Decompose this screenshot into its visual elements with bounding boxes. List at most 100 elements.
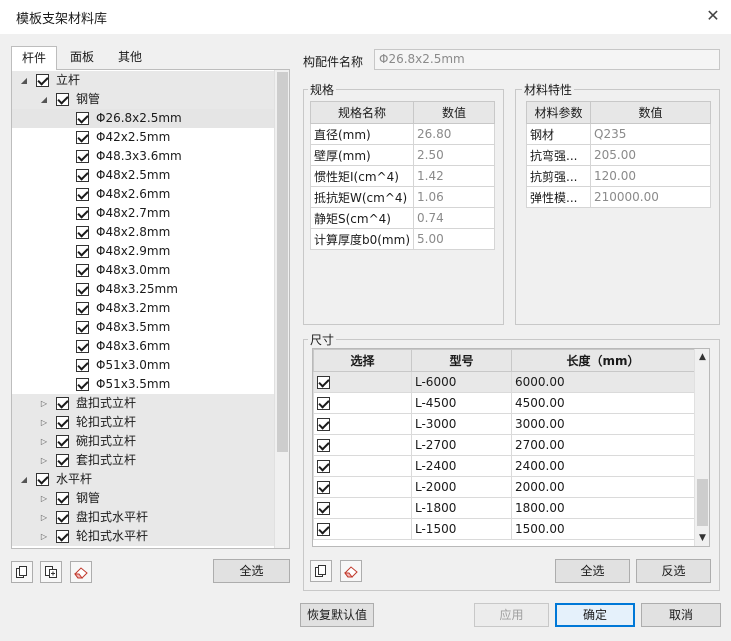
expand-arrow-icon[interactable]: ▷ [38,527,50,546]
tree-checkbox[interactable] [76,226,89,239]
tree-checkbox[interactable] [76,264,89,277]
tree-node-horizontal-type[interactable]: ▷ 钢管 [12,489,274,508]
tree-checkbox[interactable] [56,93,69,106]
tree-item-pipe[interactable]: Φ48x2.8mm [12,223,274,242]
tree-item-pipe[interactable]: Φ48x2.9mm [12,242,274,261]
tree-checkbox[interactable] [76,150,89,163]
tree-checkbox[interactable] [56,416,69,429]
material-value-cell[interactable]: 205.00 [590,144,711,166]
expand-arrow-icon[interactable]: ▷ [38,451,50,470]
tree-checkbox[interactable] [76,283,89,296]
size-row-checkbox[interactable] [317,376,330,389]
size-row[interactable]: L-1500 1500.00 [313,518,695,540]
size-select-cell[interactable] [313,413,412,435]
spec-value-cell[interactable]: 0.74 [413,207,495,229]
tree-checkbox[interactable] [76,245,89,258]
expand-arrow-icon[interactable]: ▷ [38,432,50,451]
tree-checkbox[interactable] [76,340,89,353]
tree-node-horizontal-type[interactable]: ▷ 轮扣式水平杆 [12,527,274,546]
tree-delete-button[interactable] [70,561,92,583]
tree-checkbox[interactable] [76,169,89,182]
size-row-checkbox[interactable] [317,481,330,494]
size-length-cell[interactable]: 2400.00 [511,455,695,477]
size-scrollbar[interactable]: ▲ ▼ [694,349,709,546]
tree-checkbox[interactable] [76,359,89,372]
size-row-checkbox[interactable] [317,523,330,536]
tree-checkbox[interactable] [76,302,89,315]
size-length-cell[interactable]: 6000.00 [511,371,695,393]
size-header-model[interactable]: 型号 [411,349,512,372]
size-row[interactable]: L-2000 2000.00 [313,476,695,498]
tree-checkbox[interactable] [56,397,69,410]
tab-other[interactable]: 其他 [108,46,152,70]
size-length-cell[interactable]: 3000.00 [511,413,695,435]
scroll-up-icon[interactable]: ▲ [695,349,709,366]
collapse-arrow-icon[interactable]: ◢ [38,90,50,109]
size-row[interactable]: L-1800 1800.00 [313,497,695,519]
tree-scrollbar[interactable] [274,70,289,548]
size-row[interactable]: L-2700 2700.00 [313,434,695,456]
material-value-cell[interactable]: 210000.00 [590,186,711,208]
size-model-cell[interactable]: L-6000 [411,371,512,393]
spec-value-cell[interactable]: 1.42 [413,165,495,187]
tree-item-pipe[interactable]: Φ48x3.2mm [12,299,274,318]
tree-checkbox[interactable] [76,321,89,334]
size-delete-button[interactable] [340,560,362,582]
size-header-length[interactable]: 长度（mm） [511,349,695,372]
size-invert-button[interactable]: 反选 [636,559,711,583]
tree-paste-button[interactable] [40,561,62,583]
expand-arrow-icon[interactable]: ▷ [38,489,50,508]
tree-item-pipe[interactable]: Φ42x2.5mm [12,128,274,147]
tree-checkbox[interactable] [36,74,49,87]
expand-arrow-icon[interactable]: ▷ [38,508,50,527]
close-button[interactable]: ✕ [701,5,725,29]
tree-item-pipe[interactable]: Φ48x2.7mm [12,204,274,223]
scroll-down-icon[interactable]: ▼ [695,530,709,546]
size-row-checkbox[interactable] [317,439,330,452]
size-row-checkbox[interactable] [317,460,330,473]
size-row[interactable]: L-4500 4500.00 [313,392,695,414]
size-model-cell[interactable]: L-3000 [411,413,512,435]
tree-node-vertical-type[interactable]: ▷ 盘扣式立杆 [12,394,274,413]
size-header-select[interactable]: 选择 [313,349,412,372]
size-row-checkbox[interactable] [317,502,330,515]
component-name-field[interactable]: Φ26.8x2.5mm [374,49,720,70]
size-row-checkbox[interactable] [317,418,330,431]
tree-item-pipe[interactable]: Φ48x3.6mm [12,337,274,356]
collapse-arrow-icon[interactable]: ◢ [18,470,30,489]
material-value-cell[interactable]: 120.00 [590,165,711,187]
size-model-cell[interactable]: L-4500 [411,392,512,414]
tree-node-vertical-rod[interactable]: ◢ 立杆 [12,71,274,90]
tree-item-pipe[interactable]: Φ48x3.25mm [12,280,274,299]
size-length-cell[interactable]: 2700.00 [511,434,695,456]
size-length-cell[interactable]: 4500.00 [511,392,695,414]
size-model-cell[interactable]: L-1800 [411,497,512,519]
tree-checkbox[interactable] [36,473,49,486]
spec-value-cell[interactable]: 2.50 [413,144,495,166]
spec-value-cell[interactable]: 5.00 [413,228,495,250]
tab-panel[interactable]: 面板 [60,46,104,70]
tree-item-pipe[interactable]: Φ48x3.5mm [12,318,274,337]
tree-checkbox[interactable] [76,112,89,125]
tree-item-pipe[interactable]: Φ51x3.5mm [12,375,274,394]
expand-arrow-icon[interactable]: ▷ [38,394,50,413]
tab-rod[interactable]: 杆件 [11,46,58,70]
tree-node-vertical-type[interactable]: ▷ 轮扣式立杆 [12,413,274,432]
size-row[interactable]: L-2400 2400.00 [313,455,695,477]
tree-checkbox[interactable] [56,435,69,448]
tree-checkbox[interactable] [76,378,89,391]
size-select-cell[interactable] [313,434,412,456]
tree-copy-button[interactable] [11,561,33,583]
tree-item-pipe[interactable]: Φ48x2.6mm [12,185,274,204]
tree-scroll-thumb[interactable] [277,72,288,452]
size-length-cell[interactable]: 2000.00 [511,476,695,498]
tree-select-all-button[interactable]: 全选 [213,559,290,583]
tree-node-vertical-type[interactable]: ▷ 碗扣式立杆 [12,432,274,451]
tree-node-steel-pipe[interactable]: ◢ 钢管 [12,90,274,109]
size-select-all-button[interactable]: 全选 [555,559,630,583]
size-row[interactable]: L-3000 3000.00 [313,413,695,435]
size-select-cell[interactable] [313,497,412,519]
size-select-cell[interactable] [313,476,412,498]
tree-item-pipe[interactable]: Φ48x3.0mm [12,261,274,280]
size-select-cell[interactable] [313,455,412,477]
